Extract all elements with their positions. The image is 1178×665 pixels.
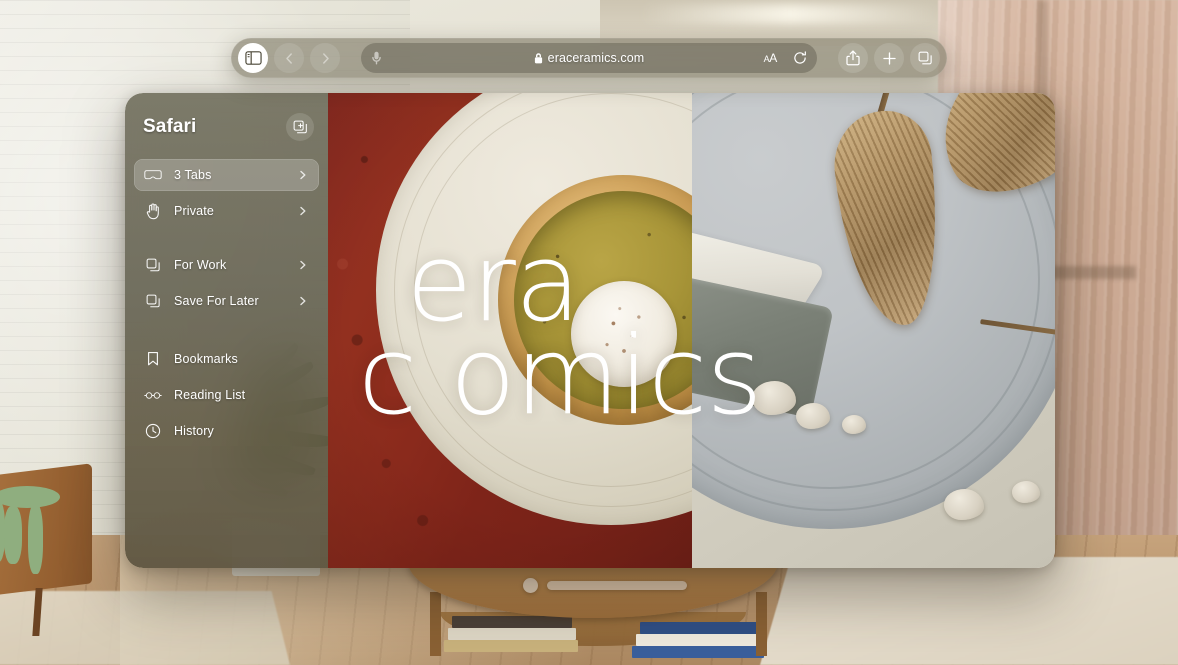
new-tab-button[interactable] <box>874 43 904 73</box>
chevron-right-icon <box>297 295 309 307</box>
speckled-white-cup <box>571 281 677 387</box>
sidebar-header: Safari <box>125 93 328 141</box>
area-rug-right <box>760 557 1178 665</box>
sidebar-icon <box>244 51 262 65</box>
book-stack <box>452 616 572 628</box>
sidebar-divider-gap <box>125 321 328 339</box>
pebble <box>751 381 796 415</box>
pebble <box>841 415 866 434</box>
clock-icon <box>144 422 162 440</box>
sidebar-item-label: Private <box>174 204 214 218</box>
reload-icon <box>794 51 806 64</box>
hand-raised-icon <box>144 202 162 220</box>
page-settings-button[interactable]: AA <box>764 51 778 65</box>
area-rug-left <box>0 591 290 665</box>
pebble <box>1011 481 1040 503</box>
share-icon <box>846 50 860 66</box>
trailing-plant <box>4 506 22 564</box>
chevron-right-icon <box>297 259 309 271</box>
sidebar-item-save-for-later[interactable]: Save For Later <box>134 285 319 317</box>
sidebar-item-label: History <box>174 424 214 438</box>
book-stack <box>636 634 762 646</box>
sidebar-item-label: Reading List <box>174 388 246 402</box>
sidebar-divider-gap <box>125 231 328 245</box>
address-bar-content: eraceramics.com <box>361 51 817 65</box>
book-stack <box>640 622 760 634</box>
glasses-icon <box>144 386 162 404</box>
red-pigment-ceramic-bowl-photo <box>328 93 692 568</box>
forward-button[interactable] <box>310 43 340 73</box>
pebble <box>943 489 984 520</box>
new-tab-group-icon <box>293 120 307 133</box>
url-text: eraceramics.com <box>547 51 645 65</box>
plus-icon <box>882 51 896 65</box>
reload-button[interactable] <box>793 51 807 65</box>
chevron-left-icon <box>285 52 292 64</box>
new-tab-group-button[interactable] <box>286 113 314 141</box>
ceiling-light <box>640 4 940 24</box>
cup-speckle-texture <box>571 281 677 387</box>
sidebar-item-reading-list[interactable]: Reading List <box>134 379 319 411</box>
sidebar-toggle-button[interactable] <box>238 43 268 73</box>
sidebar-item-label: Bookmarks <box>174 352 238 366</box>
sidebar-item-3-tabs[interactable]: 3 Tabs <box>134 159 319 191</box>
book-stack <box>444 640 578 652</box>
sidebar-item-for-work[interactable]: For Work <box>134 249 319 281</box>
grey-stone-plate-dried-leaf-photo <box>691 93 1055 568</box>
sidebar-item-label: For Work <box>174 258 227 272</box>
sidebar-group-tab-groups: For Work Save For Later <box>125 249 328 317</box>
address-bar[interactable]: eraceramics.com AA <box>361 43 817 73</box>
safari-toolbar: eraceramics.com AA <box>231 38 947 78</box>
book-stack <box>448 628 576 640</box>
back-button[interactable] <box>274 43 304 73</box>
tabs-overview-button[interactable] <box>910 43 940 73</box>
sidebar-item-history[interactable]: History <box>134 415 319 447</box>
window-close-dot[interactable] <box>523 578 538 593</box>
chevron-right-icon <box>297 205 309 217</box>
sidebar-group-library: Bookmarks Reading List History <box>125 343 328 447</box>
microphone-icon[interactable] <box>371 51 382 66</box>
sidebar-item-private[interactable]: Private <box>134 195 319 227</box>
sidebar-title: Safari <box>143 116 197 137</box>
vision-headset-icon <box>144 166 162 184</box>
sidebar-item-label: Save For Later <box>174 294 259 308</box>
safari-sidebar: Safari 3 Tabs Private For Work Save For … <box>125 93 328 568</box>
sidebar-group-tabs: 3 Tabs Private <box>125 159 328 227</box>
lock-icon <box>534 52 543 64</box>
tab-group-icon <box>144 292 162 310</box>
book-stack <box>632 646 764 658</box>
tab-group-icon <box>144 256 162 274</box>
chevron-right-icon <box>297 169 309 181</box>
chevron-right-icon <box>322 52 329 64</box>
table-leg <box>430 592 441 656</box>
pebble <box>795 403 830 429</box>
trailing-plant <box>28 504 43 574</box>
safari-window: Safari 3 Tabs Private For Work Save For … <box>125 93 1055 568</box>
table-leg <box>756 592 767 656</box>
sidebar-item-bookmarks[interactable]: Bookmarks <box>134 343 319 375</box>
sidebar-item-label: 3 Tabs <box>174 168 212 182</box>
share-button[interactable] <box>838 43 868 73</box>
bookmark-icon <box>144 350 162 368</box>
page-settings-label-large: A <box>769 51 777 65</box>
window-move-bar[interactable] <box>547 581 687 590</box>
address-bar-actions: AA <box>764 51 807 65</box>
web-page-content: era c omics <box>328 93 1055 568</box>
tabs-icon <box>918 51 932 64</box>
